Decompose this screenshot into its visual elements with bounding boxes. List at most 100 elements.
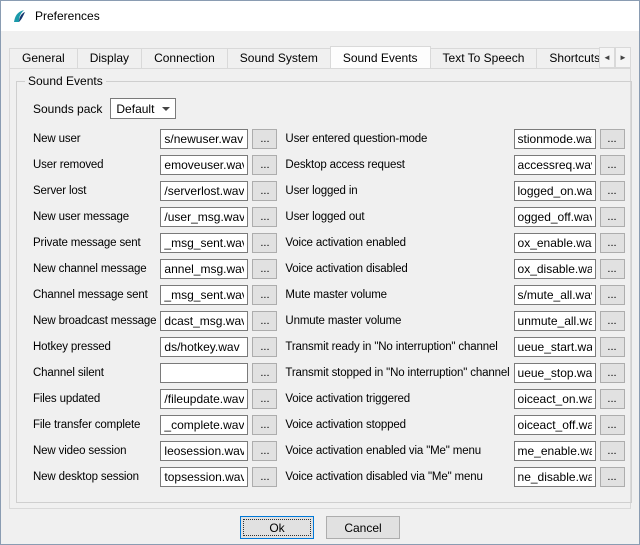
sound-event-row: Voice activation stopped... <box>285 415 624 435</box>
sound-file-input[interactable] <box>514 415 596 435</box>
event-label: Voice activation disabled <box>285 263 513 275</box>
sound-events-grid: New user...User removed...Server lost...… <box>17 119 631 487</box>
browse-button[interactable]: ... <box>252 233 277 253</box>
browse-button[interactable]: ... <box>252 285 277 305</box>
sound-file-input[interactable] <box>160 285 248 305</box>
sound-event-row: Mute master volume... <box>285 285 624 305</box>
arrow-right-icon: ► <box>619 53 627 62</box>
sound-event-row: Unmute master volume... <box>285 311 624 331</box>
sound-file-input[interactable] <box>514 129 596 149</box>
browse-button[interactable]: ... <box>252 129 277 149</box>
sound-event-row: Transmit stopped in "No interruption" ch… <box>285 363 624 383</box>
cancel-button[interactable]: Cancel <box>326 516 400 539</box>
sound-event-row: User removed... <box>33 155 277 175</box>
sound-file-input[interactable] <box>514 389 596 409</box>
tab-scroll-left-button[interactable]: ◄ <box>599 47 615 68</box>
browse-button[interactable]: ... <box>600 233 625 253</box>
browse-button[interactable]: ... <box>252 363 277 383</box>
event-label: User logged out <box>285 211 513 223</box>
browse-button[interactable]: ... <box>600 389 625 409</box>
sound-file-input[interactable] <box>160 155 248 175</box>
event-label: Voice activation enabled <box>285 237 513 249</box>
sound-event-row: Desktop access request... <box>285 155 624 175</box>
browse-button[interactable]: ... <box>252 441 277 461</box>
browse-button[interactable]: ... <box>252 311 277 331</box>
sound-file-input[interactable] <box>514 155 596 175</box>
browse-button[interactable]: ... <box>252 337 277 357</box>
sound-file-input[interactable] <box>160 181 248 201</box>
browse-button[interactable]: ... <box>252 415 277 435</box>
sound-event-row: User entered question-mode... <box>285 129 624 149</box>
app-icon <box>11 8 27 24</box>
browse-button[interactable]: ... <box>600 207 625 227</box>
browse-button[interactable]: ... <box>600 311 625 331</box>
sound-file-input[interactable] <box>160 311 248 331</box>
sound-event-row: Voice activation triggered... <box>285 389 624 409</box>
sound-file-input[interactable] <box>514 363 596 383</box>
event-label: User removed <box>33 159 160 171</box>
browse-button[interactable]: ... <box>252 389 277 409</box>
browse-button[interactable]: ... <box>600 415 625 435</box>
browse-button[interactable]: ... <box>600 259 625 279</box>
sound-file-input[interactable] <box>514 311 596 331</box>
sound-file-input[interactable] <box>160 233 248 253</box>
browse-button[interactable]: ... <box>600 155 625 175</box>
sound-file-input[interactable] <box>160 259 248 279</box>
event-label: Unmute master volume <box>285 315 513 327</box>
browse-button[interactable]: ... <box>600 441 625 461</box>
sound-event-row: Voice activation disabled... <box>285 259 624 279</box>
ok-button[interactable]: Ok <box>240 516 314 539</box>
sound-file-input[interactable] <box>514 181 596 201</box>
tab-list: GeneralDisplayConnectionSound SystemSoun… <box>9 45 631 68</box>
sound-file-input[interactable] <box>160 129 248 149</box>
events-column-left: New user...User removed...Server lost...… <box>33 129 277 487</box>
sound-file-input[interactable] <box>514 441 596 461</box>
sound-file-input[interactable] <box>160 207 248 227</box>
tab-sound-events[interactable]: Sound Events <box>330 46 431 68</box>
browse-button[interactable]: ... <box>600 181 625 201</box>
tab-display[interactable]: Display <box>77 48 142 68</box>
sound-event-row: Files updated... <box>33 389 277 409</box>
browse-button[interactable]: ... <box>252 259 277 279</box>
sound-events-groupbox: Sound Events Sounds pack Default New use… <box>16 74 632 503</box>
browse-button[interactable]: ... <box>600 285 625 305</box>
sound-file-input[interactable] <box>514 207 596 227</box>
preferences-dialog: Preferences GeneralDisplayConnectionSoun… <box>0 0 640 545</box>
browse-button[interactable]: ... <box>252 467 277 487</box>
browse-button[interactable]: ... <box>252 207 277 227</box>
tab-scroll-right-button[interactable]: ► <box>615 47 631 68</box>
sound-event-row: Hotkey pressed... <box>33 337 277 357</box>
tab-connection[interactable]: Connection <box>141 48 228 68</box>
tab-sound-system[interactable]: Sound System <box>227 48 331 68</box>
sound-file-input[interactable] <box>514 285 596 305</box>
sound-file-input[interactable] <box>160 363 248 383</box>
sound-file-input[interactable] <box>160 415 248 435</box>
event-label: Server lost <box>33 185 160 197</box>
sounds-pack-value: Default <box>116 102 154 116</box>
event-label: New video session <box>33 445 160 457</box>
sound-file-input[interactable] <box>514 259 596 279</box>
sounds-pack-combobox[interactable]: Default <box>110 98 176 119</box>
sound-file-input[interactable] <box>160 467 248 487</box>
browse-button[interactable]: ... <box>600 363 625 383</box>
browse-button[interactable]: ... <box>600 129 625 149</box>
title-bar: Preferences <box>1 1 639 31</box>
sound-file-input[interactable] <box>514 233 596 253</box>
sound-file-input[interactable] <box>160 337 248 357</box>
event-label: Voice activation triggered <box>285 393 513 405</box>
event-label: Files updated <box>33 393 160 405</box>
sound-file-input[interactable] <box>160 441 248 461</box>
browse-button[interactable]: ... <box>252 181 277 201</box>
browse-button[interactable]: ... <box>252 155 277 175</box>
sound-file-input[interactable] <box>514 337 596 357</box>
sound-file-input[interactable] <box>514 467 596 487</box>
tab-scroller: ◄ ► <box>599 47 631 68</box>
event-label: New user message <box>33 211 160 223</box>
sound-event-row: New user message... <box>33 207 277 227</box>
tab-text-to-speech[interactable]: Text To Speech <box>430 48 538 68</box>
browse-button[interactable]: ... <box>600 337 625 357</box>
sound-event-row: Voice activation enabled via "Me" menu..… <box>285 441 624 461</box>
browse-button[interactable]: ... <box>600 467 625 487</box>
tab-general[interactable]: General <box>9 48 78 68</box>
sound-file-input[interactable] <box>160 389 248 409</box>
